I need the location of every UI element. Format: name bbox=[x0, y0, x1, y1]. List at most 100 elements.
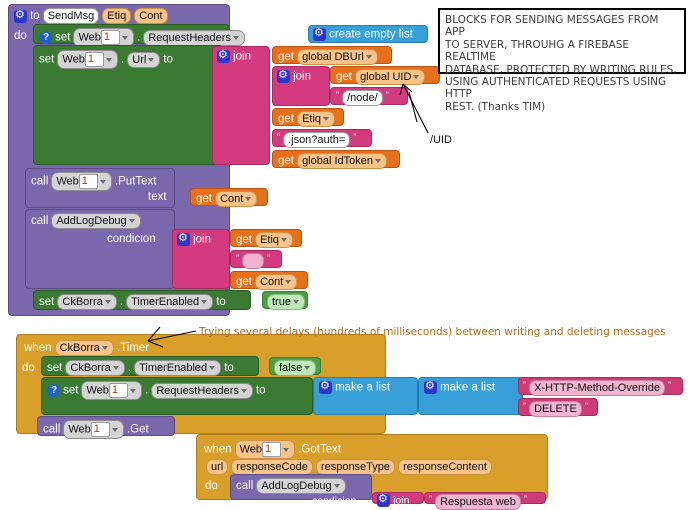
call-web-get-row: call Web 1 .Get bbox=[43, 420, 149, 439]
text-respuesta-field[interactable]: Respuesta web bbox=[435, 494, 521, 510]
chevron-down-icon[interactable] bbox=[112, 366, 119, 371]
dot-separator: . bbox=[145, 384, 149, 397]
chevron-down-icon[interactable] bbox=[148, 57, 155, 62]
chevron-down-icon[interactable] bbox=[304, 366, 311, 371]
gear-icon[interactable] bbox=[424, 379, 437, 394]
boolean-selector-false: false bbox=[274, 360, 317, 376]
open-quote-icon: ” bbox=[336, 90, 339, 100]
chevron-down-icon[interactable] bbox=[333, 484, 340, 489]
chevron-down-icon[interactable] bbox=[413, 75, 420, 80]
chevron-down-icon[interactable] bbox=[365, 55, 372, 60]
logic-true-row: true bbox=[267, 294, 305, 310]
join-label: join bbox=[393, 494, 410, 507]
set-keyword: set bbox=[39, 53, 55, 66]
set-requestheaders-2-row: set Web1 . RequestHeaders to bbox=[47, 381, 266, 400]
open-quote-icon: ” bbox=[523, 401, 526, 411]
chevron-down-icon[interactable] bbox=[201, 300, 208, 305]
chevron-down-icon[interactable] bbox=[209, 366, 216, 371]
comment-box: BLOCKS FOR SENDING MESSAGES FROM APP TO … bbox=[438, 8, 686, 113]
component-index-field[interactable]: 1 bbox=[90, 422, 110, 437]
procedure-param-cont[interactable]: Cont bbox=[134, 8, 168, 24]
gear-icon[interactable] bbox=[319, 379, 332, 394]
chevron-down-icon[interactable] bbox=[105, 57, 112, 62]
blocks-canvas[interactable]: to SendMsg Etiq Cont do set Web1 . Reque… bbox=[0, 0, 690, 510]
event-param-responsecontent[interactable]: responseContent bbox=[398, 459, 492, 475]
event-param-responsecode[interactable]: responseCode bbox=[231, 459, 313, 475]
chevron-down-icon[interactable] bbox=[101, 346, 108, 351]
join-outer-row: join bbox=[217, 48, 251, 63]
component-selector-ckborra: CkBorra bbox=[54, 340, 114, 356]
make-a-list-inner-row: make a list bbox=[424, 379, 495, 394]
text-header-val-field[interactable]: DELETE bbox=[529, 401, 582, 417]
get-keyword: get bbox=[236, 275, 252, 288]
property-selector-requestheaders: RequestHeaders bbox=[151, 382, 253, 399]
comment-line-2: TO SERVER, THROUHG A FIREBASE REALTIME bbox=[445, 38, 630, 64]
component-label: Web bbox=[239, 443, 262, 456]
chevron-down-icon[interactable] bbox=[130, 388, 137, 393]
text-jsonauth-row: ” .json?auth= ” bbox=[277, 132, 356, 148]
join-label: join bbox=[293, 70, 311, 83]
event-do-label: do bbox=[205, 480, 218, 492]
chevron-down-icon[interactable] bbox=[281, 238, 288, 243]
comment-line-1: BLOCKS FOR SENDING MESSAGES FROM APP bbox=[445, 14, 659, 39]
procedure-name-field[interactable]: SendMsg bbox=[42, 8, 100, 24]
component-label: CkBorra bbox=[62, 296, 103, 308]
chevron-down-icon[interactable] bbox=[283, 447, 290, 452]
chevron-down-icon[interactable] bbox=[292, 300, 299, 305]
call-addlogdebug-2-row: call AddLogDebug bbox=[236, 478, 346, 494]
event-do-label: do bbox=[22, 362, 35, 374]
comment-line-5: REST. (Thanks TIM) bbox=[445, 100, 546, 113]
chevron-down-icon[interactable] bbox=[323, 117, 330, 122]
component-index-field[interactable]: 1 bbox=[100, 30, 121, 45]
help-icon[interactable] bbox=[39, 31, 52, 44]
procedure-to-keyword: to bbox=[30, 9, 40, 22]
text-jsonauth-field[interactable]: .json?auth= bbox=[283, 132, 351, 148]
procedure-do-label: do bbox=[14, 30, 27, 42]
chevron-down-icon[interactable] bbox=[122, 35, 129, 40]
procedure-label: AddLogDebug bbox=[56, 215, 127, 227]
chevron-down-icon[interactable] bbox=[285, 280, 292, 285]
chevron-down-icon[interactable] bbox=[128, 219, 135, 224]
property-selector-requestheaders: RequestHeaders bbox=[143, 29, 245, 46]
chevron-down-icon[interactable] bbox=[375, 159, 382, 164]
event-ckborra-timer-header: when CkBorra .Timer bbox=[24, 340, 149, 356]
text-respuesta-row: ” Respuesta web ” bbox=[429, 494, 527, 510]
text-node-field[interactable]: /node/ bbox=[342, 90, 383, 106]
chevron-down-icon[interactable] bbox=[232, 35, 239, 40]
property-label: TimerEnabled bbox=[139, 362, 208, 374]
gear-icon[interactable] bbox=[313, 26, 326, 41]
component-index-field[interactable]: 1 bbox=[108, 383, 129, 398]
call-keyword: call bbox=[43, 423, 61, 436]
component-index-field[interactable]: 1 bbox=[84, 52, 104, 67]
component-index-field[interactable]: 1 bbox=[78, 174, 98, 189]
close-quote-icon: ” bbox=[584, 401, 588, 411]
to-keyword: to bbox=[163, 53, 173, 66]
dot-separator: . bbox=[121, 53, 125, 66]
call-addlogdebug-row: call AddLogDebug bbox=[31, 213, 141, 229]
event-param-url[interactable]: url bbox=[206, 459, 229, 475]
gear-icon[interactable] bbox=[177, 231, 190, 246]
event-param-responsetype[interactable]: responseType bbox=[315, 459, 396, 475]
chevron-down-icon[interactable] bbox=[240, 388, 247, 393]
component-index-field[interactable]: 1 bbox=[261, 442, 282, 457]
chevron-down-icon[interactable] bbox=[99, 179, 106, 184]
gear-icon[interactable] bbox=[377, 492, 390, 507]
text-blank-field[interactable] bbox=[242, 253, 265, 269]
close-quote-icon: ” bbox=[668, 380, 672, 390]
gear-icon[interactable] bbox=[217, 48, 230, 63]
puttext-arg-label: text bbox=[148, 191, 167, 203]
component-label: CkBorra bbox=[70, 362, 111, 374]
gear-icon[interactable] bbox=[14, 8, 27, 23]
chevron-down-icon[interactable] bbox=[104, 300, 111, 305]
join-outer-block[interactable] bbox=[212, 46, 270, 165]
variable-selector-uid: global UID bbox=[355, 69, 426, 85]
gear-icon[interactable] bbox=[277, 68, 290, 83]
boolean-label: false bbox=[279, 362, 303, 374]
chevron-down-icon[interactable] bbox=[111, 427, 118, 432]
chevron-down-icon[interactable] bbox=[245, 197, 252, 202]
procedure-param-etiq[interactable]: Etiq bbox=[102, 8, 132, 24]
text-header-key-field[interactable]: X-HTTP-Method-Override bbox=[529, 380, 665, 396]
help-icon[interactable] bbox=[47, 384, 60, 397]
get-cont2-row: get Cont bbox=[236, 274, 298, 290]
make-a-list-outer-row: make a list bbox=[319, 379, 390, 394]
